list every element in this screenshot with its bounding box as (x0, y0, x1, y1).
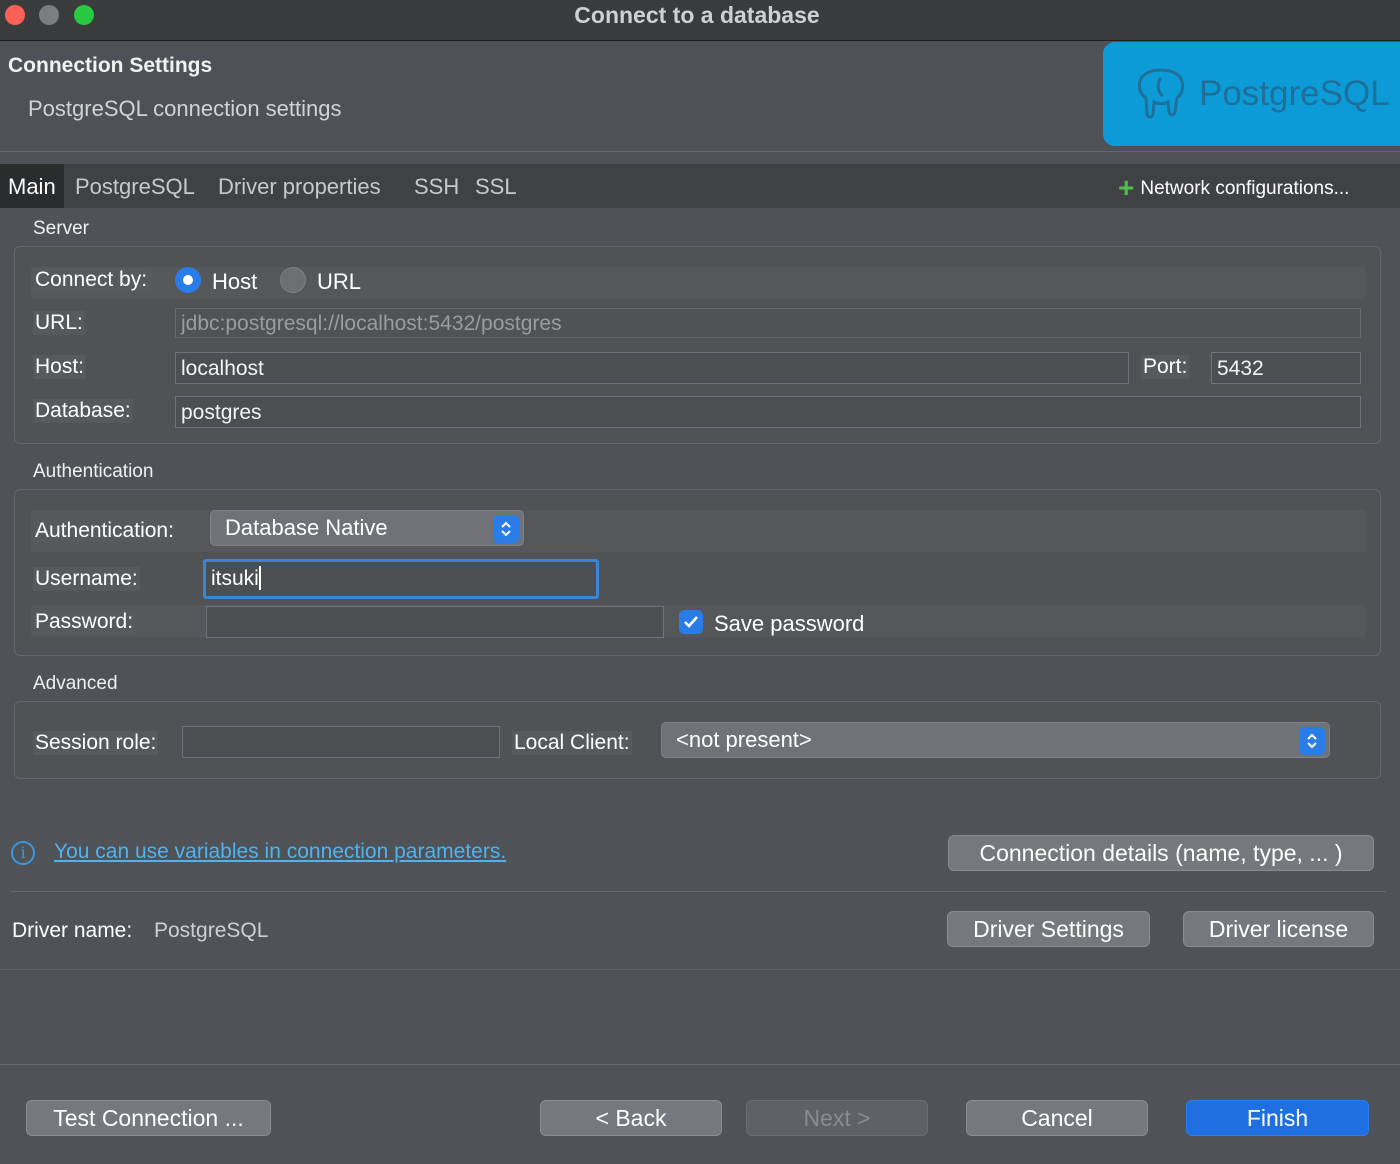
authentication-select[interactable]: Database Native (210, 510, 524, 546)
host-field[interactable]: localhost (175, 352, 1129, 384)
test-connection-button[interactable]: Test Connection ... (26, 1100, 271, 1136)
network-configurations-button[interactable]: + Network configurations... (1118, 172, 1349, 204)
back-button[interactable]: < Back (540, 1100, 722, 1136)
authentication-section-label: Authentication (33, 461, 154, 482)
host-label: Host: (33, 355, 87, 379)
title-bar: Connect to a database (0, 0, 1400, 41)
finish-button[interactable]: Finish (1186, 1100, 1369, 1136)
host-radio-label[interactable]: Host (212, 269, 257, 295)
next-button[interactable]: Next > (746, 1100, 928, 1136)
driver-name-value: PostgreSQL (154, 919, 269, 942)
url-radio[interactable] (280, 267, 306, 293)
advanced-section-label: Advanced (33, 673, 118, 694)
plus-icon: + (1118, 172, 1135, 203)
url-label: URL: (33, 311, 85, 335)
tab-ssh[interactable]: SSH (414, 164, 459, 208)
driver-license-button[interactable]: Driver license (1183, 911, 1374, 947)
username-label: Username: (33, 567, 140, 591)
username-field[interactable]: itsuki (203, 559, 599, 599)
logo-wordmark: PostgreSQL (1199, 74, 1390, 113)
page-subtitle: PostgreSQL connection settings (28, 96, 342, 121)
driver-settings-button[interactable]: Driver Settings (947, 911, 1150, 947)
variables-help-link[interactable]: You can use variables in connection para… (54, 840, 506, 864)
text-caret (258, 566, 261, 590)
url-field[interactable]: jdbc:postgresql://localhost:5432/postgre… (175, 308, 1361, 338)
tab-main[interactable]: Main (0, 164, 64, 208)
save-password-label[interactable]: Save password (714, 611, 864, 637)
url-radio-label[interactable]: URL (317, 269, 361, 295)
cancel-button[interactable]: Cancel (966, 1100, 1148, 1136)
authentication-select-value: Database Native (225, 515, 388, 540)
host-radio[interactable] (175, 267, 201, 293)
tab-driver-properties[interactable]: Driver properties (218, 164, 381, 208)
advanced-group: Session role: Local Client: <not present… (14, 701, 1381, 779)
network-configurations-label: Network configurations... (1140, 178, 1350, 199)
server-section-label: Server (33, 218, 89, 239)
password-label: Password: (33, 610, 136, 634)
database-field[interactable]: postgres (175, 396, 1361, 428)
local-client-label: Local Client: (512, 731, 632, 755)
save-password-checkbox[interactable] (679, 610, 703, 634)
postgresql-logo: PostgreSQL (1103, 42, 1400, 146)
connection-details-button[interactable]: Connection details (name, type, ... ) (948, 835, 1374, 871)
tab-ssl[interactable]: SSL (475, 164, 517, 208)
footer-divider (0, 1064, 1400, 1065)
checkmark-icon (684, 616, 698, 628)
authentication-group: Authentication: Database Native Username… (14, 489, 1381, 656)
page-title: Connection Settings (8, 54, 213, 77)
chevron-up-down-icon (493, 515, 519, 543)
tab-bar: Main PostgreSQL Driver properties SSH SS… (0, 164, 1400, 208)
port-label: Port: (1141, 355, 1190, 379)
tab-postgresql[interactable]: PostgreSQL (75, 164, 195, 208)
local-client-select-value: <not present> (676, 727, 812, 752)
info-icon: i (11, 841, 35, 865)
local-client-select[interactable]: <not present> (661, 722, 1330, 758)
chevron-up-down-icon (1299, 727, 1325, 755)
dialog-header: Connection Settings PostgreSQL connectio… (0, 41, 1400, 152)
connect-by-label: Connect by: (33, 268, 150, 292)
elephant-icon (1137, 68, 1185, 119)
session-role-field[interactable] (182, 726, 500, 758)
authentication-label: Authentication: (33, 519, 176, 543)
divider (10, 891, 1386, 892)
password-field[interactable] (206, 606, 664, 638)
database-label: Database: (33, 399, 133, 423)
driver-name-label: Driver name: (12, 919, 133, 942)
port-field[interactable]: 5432 (1211, 352, 1361, 384)
window-title: Connect to a database (574, 2, 820, 28)
session-role-label: Session role: (33, 731, 159, 755)
server-group: Connect by: Host URL URL: jdbc:postgresq… (14, 246, 1381, 444)
username-value: itsuki (211, 567, 259, 590)
